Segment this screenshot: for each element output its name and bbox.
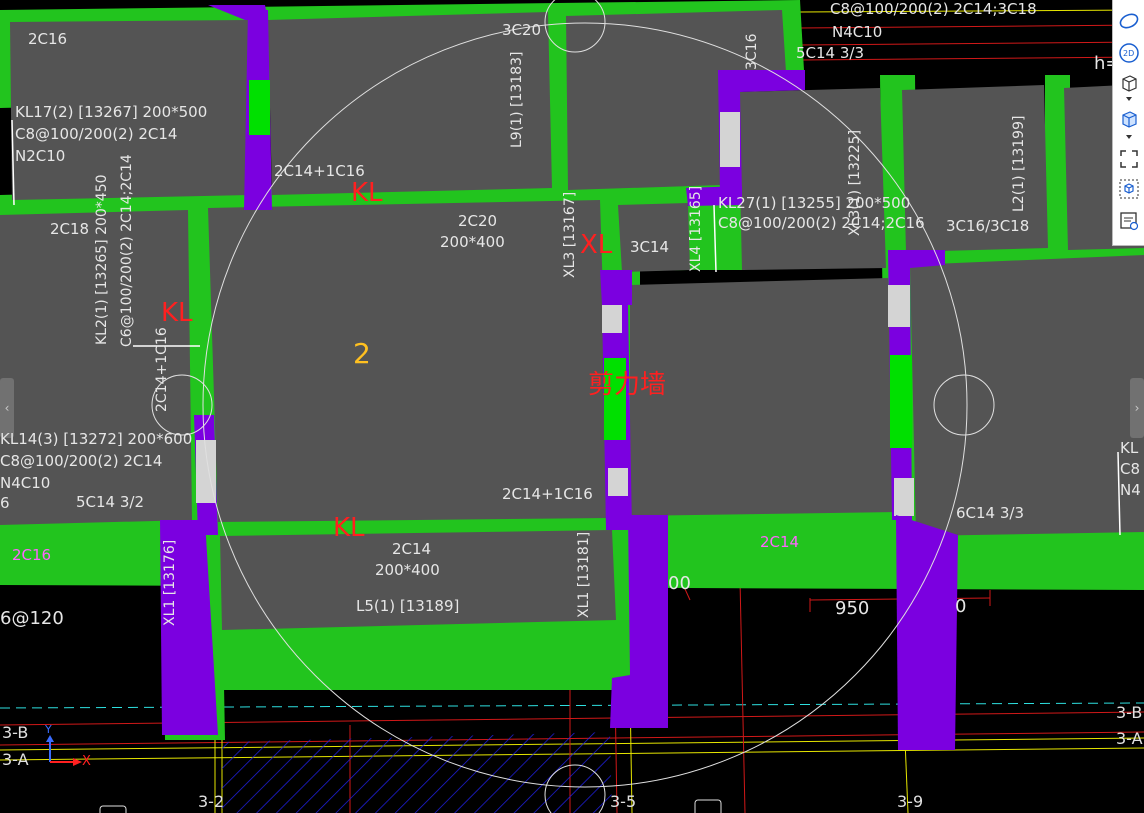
beam-label: 3C16/3C18 <box>946 217 1030 235</box>
beam-label-pink: 2C16 <box>12 546 52 564</box>
dimension-label: 950 <box>835 598 870 619</box>
hatched-region <box>222 732 612 813</box>
axis-label: 3-9 <box>897 792 924 811</box>
axis-label: 3-B <box>1116 703 1143 722</box>
beam-label: C8@100/200(2) 2C14 <box>15 125 178 143</box>
beam-label-vertical: L2(1) [13199] <box>1011 115 1027 212</box>
beam-label: N4C10 <box>832 23 883 41</box>
beam-label: KL14(3) [13272] 200*600 <box>0 430 193 448</box>
view-toolbar: 2D <box>1112 0 1144 246</box>
beam-label: 2C16 <box>28 30 68 48</box>
beam-label: C8@100/200(2) 2C14 <box>0 452 163 470</box>
beam-label: 3C20 <box>502 21 542 39</box>
beam-label-vertical: XL1 [13176] <box>162 539 178 626</box>
beam-label-vertical: 3C16 <box>744 33 760 71</box>
beam-label: 2C18 <box>50 220 90 238</box>
beam-label-pink: 2C14 <box>760 533 800 551</box>
kl-marker: KL <box>351 178 383 208</box>
beam-label-vertical: XL3(1) [13225] <box>847 129 863 236</box>
beam-label: C8@100/200(2) 2C14;2C16 <box>718 214 925 232</box>
cad-canvas[interactable] <box>0 0 1144 813</box>
axis-label: 3-5 <box>610 792 637 811</box>
pan-right-button[interactable]: › <box>1130 378 1144 438</box>
beam-label: 3C14 <box>630 238 670 256</box>
axis-label: 3-B <box>2 723 29 742</box>
beam-label: 2C20 <box>458 212 498 230</box>
properties-icon[interactable] <box>1116 208 1142 234</box>
beam-label: 5C14 3/3 <box>796 44 865 62</box>
beam-label-vertical: XL3 [13167] <box>562 191 578 278</box>
beam-label: KL <box>1120 439 1139 457</box>
kl-marker: KL <box>161 298 193 328</box>
2d-view-icon[interactable]: 2D <box>1116 40 1142 66</box>
ucs-x-label: X <box>82 754 91 769</box>
beam-label: L5(1) [13189] <box>356 597 460 615</box>
beam-label-vertical: L9(1) [13183] <box>509 51 525 148</box>
beam-label: 2C14 <box>392 540 432 558</box>
axis-label: 3-A <box>1116 729 1143 748</box>
beam-label: 2C14+1C16 <box>274 162 365 180</box>
beam-label: KL27(1) [13255] 200*500 <box>718 194 911 212</box>
orbit-icon[interactable] <box>1116 8 1142 34</box>
xl-marker: XL <box>580 230 613 260</box>
axis-label: 3-A <box>2 750 29 769</box>
beam-label-vertical: 2C14+1C16 <box>154 327 170 412</box>
ucs-y-label: Y <box>45 723 52 736</box>
beam-label: 6@120 <box>0 608 64 629</box>
ucs-icon <box>46 735 82 766</box>
beam-label: 2C14+1C16 <box>502 485 593 503</box>
view-cube-icon[interactable] <box>1116 176 1142 202</box>
beam-label: KL17(2) [13267] 200*500 <box>15 103 208 121</box>
dimension-label: 00 <box>668 573 691 594</box>
beam-label: C8 <box>1120 460 1141 478</box>
beam-label-vertical: KL2(1) [13265] 200*450 <box>94 174 110 345</box>
beam-label: 6C14 3/3 <box>956 504 1025 522</box>
beam-label: 200*400 <box>375 561 440 579</box>
beam-label: N2C10 <box>15 147 66 165</box>
beam-label: 6 <box>0 494 10 512</box>
dimension-label: 0 <box>955 596 967 617</box>
beam-label: 5C14 3/2 <box>76 493 145 511</box>
beam-label-vertical: XL4 [13165] <box>688 185 704 272</box>
beam-label: N4C10 <box>0 474 51 492</box>
beam-label: 200*400 <box>440 233 505 251</box>
slab-number: 2 <box>353 337 371 370</box>
chevron-down-icon[interactable] <box>1116 130 1142 144</box>
pan-left-button[interactable]: ‹ <box>0 378 14 438</box>
chevron-down-icon[interactable] <box>1116 92 1142 106</box>
svg-text:2D: 2D <box>1123 49 1134 58</box>
kl-marker: KL <box>333 513 365 543</box>
axis-label: 3-2 <box>198 792 225 811</box>
beam-label: C8@100/200(2) 2C14;3C18 <box>830 0 1037 18</box>
shear-wall-marker: 剪力墙 <box>588 370 667 400</box>
beam-label: N4 <box>1120 481 1141 499</box>
fullscreen-icon[interactable] <box>1116 146 1142 172</box>
beam-label-vertical: C6@100/200(2) 2C14;2C14 <box>119 154 135 347</box>
beam-label-vertical: XL1 [13181] <box>576 531 592 618</box>
